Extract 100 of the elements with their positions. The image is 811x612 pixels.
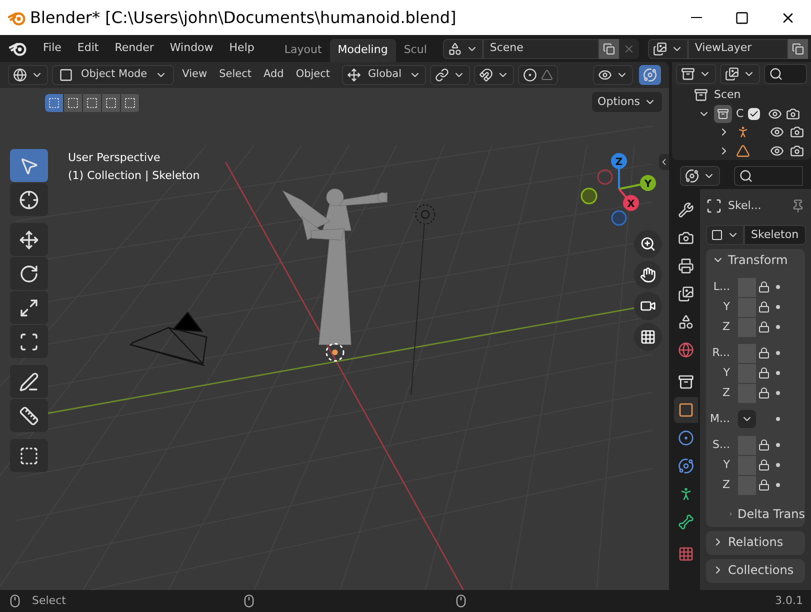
blender-logo-icon: [8, 10, 26, 26]
mouse-icon: [8, 594, 22, 608]
circle-dot-icon: [522, 68, 537, 82]
gizmo-toggle-button[interactable]: [639, 65, 661, 85]
select-mode-button[interactable]: [102, 94, 121, 112]
tool-button[interactable]: [10, 439, 48, 472]
header-menu[interactable]: Add: [259, 67, 288, 83]
version-text: 3.0.1: [775, 592, 803, 609]
camera-icon: [678, 230, 694, 246]
tool-button[interactable]: [10, 223, 48, 256]
header-menu[interactable]: Object: [292, 67, 334, 83]
printer-icon: [678, 258, 694, 274]
viewport-info-text: (1) Collection | Skeleton: [68, 168, 200, 184]
view-layer-field[interactable]: ViewLayer: [688, 38, 788, 58]
lock-icon: [758, 281, 770, 293]
tool-button[interactable]: [10, 257, 48, 290]
object-name: Skel...: [728, 198, 762, 214]
move-arrows-icon: [19, 230, 39, 250]
property-label: M...: [709, 410, 731, 427]
figure-icon: [736, 125, 750, 140]
property-label: L...: [712, 278, 731, 295]
eye-icon: [770, 144, 784, 158]
globe-icon: [678, 342, 694, 358]
menu-item[interactable]: Help: [221, 38, 262, 60]
orbit-icon: [678, 458, 694, 474]
workspace-tab[interactable]: Layout: [276, 39, 330, 62]
subpanel-header[interactable]: Delta Trans: [706, 503, 805, 525]
images-icon: [725, 67, 739, 82]
select-mode-icon: [105, 97, 117, 109]
data-type-dropdown[interactable]: [706, 225, 744, 245]
eye-icon: [770, 125, 784, 140]
select-mode-button[interactable]: [64, 94, 83, 112]
maximize-icon: [735, 10, 749, 24]
pivot-dropdown[interactable]: [430, 65, 470, 85]
visibility-dropdown[interactable]: [593, 65, 633, 85]
copy-button[interactable]: [788, 38, 808, 58]
pan-button[interactable]: [634, 261, 662, 289]
eye-icon: [768, 106, 782, 121]
editor-type-dropdown[interactable]: [8, 65, 48, 85]
camera-icon: [786, 106, 800, 121]
menu-item[interactable]: File: [35, 38, 70, 60]
lock-icon: [758, 439, 770, 451]
options-dropdown[interactable]: Options: [592, 92, 662, 112]
panel-header[interactable]: Relations: [706, 531, 805, 553]
panel-header[interactable]: Collections: [706, 559, 805, 581]
tool-button[interactable]: [10, 183, 48, 216]
menu-item[interactable]: Render: [106, 38, 162, 60]
scene-field[interactable]: Scene: [482, 38, 599, 58]
copy-button[interactable]: [598, 38, 619, 58]
panel-header[interactable]: Transform: [706, 249, 805, 271]
search-field[interactable]: [734, 166, 803, 186]
workspace-tab[interactable]: Modeling: [330, 39, 396, 62]
view-layer-type-dropdown[interactable]: [648, 38, 688, 58]
wrench-icon: [678, 202, 694, 218]
box-icon: [717, 108, 729, 120]
close-icon: [622, 42, 635, 54]
tool-button[interactable]: [10, 325, 48, 358]
tool-button[interactable]: [10, 365, 48, 398]
header-menu[interactable]: Select: [215, 67, 256, 83]
orientation-dropdown[interactable]: Global: [342, 65, 426, 85]
magnet-icon: [478, 68, 493, 82]
images-icon: [652, 42, 667, 56]
properties-tab[interactable]: [674, 397, 698, 423]
mode-dropdown[interactable]: Object Mode: [52, 65, 174, 85]
sidebar-toggle-button[interactable]: [659, 154, 669, 170]
camera-view-button[interactable]: [634, 292, 662, 320]
mode-dropdown[interactable]: [738, 410, 756, 428]
lock-icon: [758, 459, 770, 471]
editor-type-dropdown[interactable]: [680, 166, 720, 186]
select-mode-button[interactable]: [45, 94, 64, 112]
data-name-field[interactable]: Skeleton: [744, 225, 806, 245]
tool-button[interactable]: [10, 399, 48, 432]
copy-icon: [602, 42, 615, 54]
search-field[interactable]: [764, 64, 807, 84]
grid-icon: [640, 329, 656, 345]
globe-icon: [13, 68, 27, 82]
filter-dropdown[interactable]: [720, 64, 760, 84]
menu-item[interactable]: Edit: [69, 38, 107, 60]
workspace-tab[interactable]: Scul: [396, 39, 435, 62]
scene-type-dropdown[interactable]: [442, 38, 483, 58]
display-mode-dropdown[interactable]: [676, 64, 716, 84]
menu-item[interactable]: Window: [162, 38, 222, 60]
link-icon: [434, 68, 449, 82]
zoom-button[interactable]: [634, 230, 662, 258]
projection-button[interactable]: [634, 323, 662, 351]
property-label: S...: [712, 436, 731, 453]
header-menu[interactable]: View: [178, 67, 212, 83]
circle-dot-icon: [678, 430, 694, 446]
bone-icon: [678, 514, 694, 530]
lock-icon: [758, 301, 770, 313]
select-mode-button[interactable]: [121, 94, 140, 112]
proportional-edit-button[interactable]: [518, 65, 558, 85]
snap-button[interactable]: [474, 65, 514, 85]
zoom-icon: [640, 236, 656, 252]
cursor-icon: [19, 190, 39, 210]
select-mode-button[interactable]: [83, 94, 102, 112]
include-checkbox[interactable]: [748, 108, 760, 120]
tool-button[interactable]: [10, 291, 48, 324]
lock-icon: [758, 347, 770, 359]
scale-icon: [19, 298, 39, 318]
